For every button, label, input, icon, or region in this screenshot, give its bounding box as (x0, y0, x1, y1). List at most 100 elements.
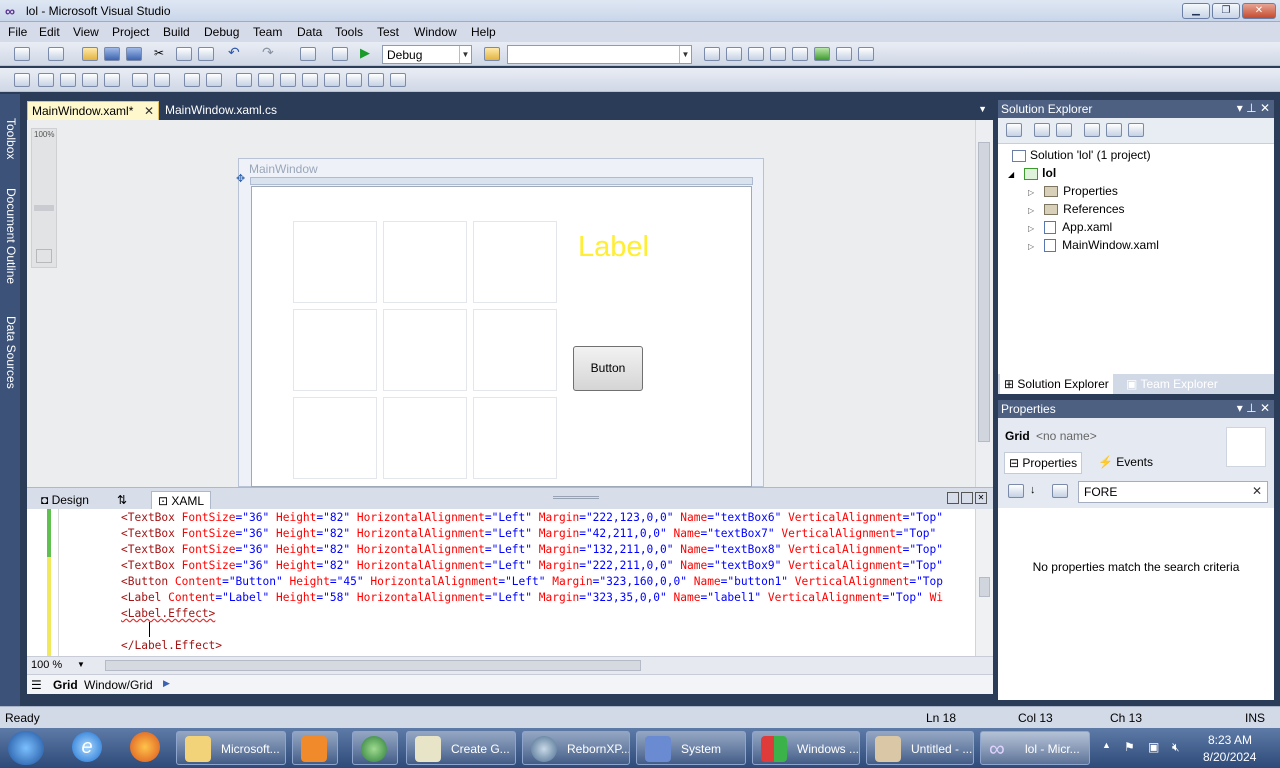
start-page-icon[interactable] (814, 47, 830, 61)
close-button[interactable]: ✕ (1242, 3, 1276, 19)
tab-design[interactable]: ◘ Design (35, 491, 95, 509)
document-outline-tab[interactable]: Document Outline (2, 188, 18, 284)
menu-edit[interactable]: Edit (39, 25, 60, 39)
tree-item-properties[interactable]: ▷ Properties (1028, 184, 1118, 198)
save-icon[interactable] (104, 47, 120, 61)
tree-item-mainwindow-xaml[interactable]: ▷ MainWindow.xaml (1028, 238, 1159, 253)
next-bookmark-icon[interactable] (280, 73, 296, 87)
designer-button[interactable]: Button (573, 346, 643, 391)
collapsed-arrow-icon[interactable]: ▷ (1028, 188, 1034, 197)
tree-item-app-xaml[interactable]: ▷ App.xaml (1028, 220, 1112, 235)
find-in-files-icon[interactable] (484, 47, 500, 61)
menu-view[interactable]: View (73, 25, 99, 39)
code-line[interactable]: <TextBox FontSize = "36" Height = "82" Horiz… (121, 558, 943, 574)
selected-object-name[interactable]: <no name> (1036, 429, 1097, 443)
close-tab-icon[interactable]: ✕ (144, 104, 154, 118)
vertical-split-icon[interactable] (947, 492, 959, 504)
toolbox-icon[interactable] (770, 47, 786, 61)
prev-bookmark-doc-icon[interactable] (368, 73, 384, 87)
clock-date[interactable]: 8/20/2024 (1203, 750, 1256, 764)
window-client-area[interactable]: Label Button (251, 186, 752, 487)
menu-test[interactable]: Test (377, 25, 399, 39)
copy-icon[interactable] (176, 47, 192, 61)
new-project-icon[interactable] (14, 47, 30, 61)
tag-navigator-icon[interactable]: ☰ (31, 678, 42, 692)
collapse-pane-icon[interactable]: ✕ (975, 492, 987, 504)
tab-properties[interactable]: ⊟ Properties (1004, 452, 1083, 474)
menu-data[interactable]: Data (297, 25, 322, 39)
collapsed-arrow-icon[interactable]: ▷ (1028, 242, 1034, 251)
code-line[interactable]: <TextBox FontSize = "36" Height = "82" Horiz… (121, 510, 943, 526)
code-line[interactable]: <Label Content = "Label" Height = "58" Horiz… (121, 590, 943, 606)
scroll-thumb[interactable] (978, 142, 990, 442)
clock-time[interactable]: 8:23 AM (1208, 733, 1252, 747)
outdent-icon[interactable] (154, 73, 170, 87)
find-combo[interactable]: ▼ (507, 45, 692, 64)
align-to-grid-icon[interactable] (14, 73, 30, 87)
tab-events[interactable]: ⚡ Events (1098, 455, 1153, 469)
action-center-flag-icon[interactable]: ⚑ (1124, 740, 1135, 754)
command-window-icon[interactable] (858, 47, 874, 61)
tree-item-references[interactable]: ▷ References (1028, 202, 1125, 216)
uncomment-icon[interactable] (206, 73, 222, 87)
view-designer-icon[interactable] (1106, 123, 1122, 137)
swap-panes-button[interactable]: ⇅ (111, 491, 133, 509)
add-item-icon[interactable] (48, 47, 64, 61)
view-code-icon[interactable] (1084, 123, 1100, 137)
extension-manager-icon[interactable] (836, 47, 852, 61)
align-centers-icon[interactable] (60, 73, 76, 87)
show-hidden-icons[interactable]: ▲ (1102, 740, 1111, 750)
prev-bookmark-folder-icon[interactable] (302, 73, 318, 87)
textbox-cell[interactable] (383, 397, 467, 479)
textbox-cell[interactable] (383, 221, 467, 303)
property-pages-icon[interactable] (1052, 484, 1068, 498)
solution-node[interactable]: Solution 'lol' (1 project) (1012, 148, 1151, 162)
clear-bookmarks-icon[interactable] (346, 73, 362, 87)
textbox-cell[interactable] (473, 309, 557, 391)
comment-icon[interactable] (184, 73, 200, 87)
chevron-down-icon[interactable]: ▼ (77, 660, 85, 669)
cut-icon[interactable]: ✂ (154, 46, 170, 60)
textbox-cell[interactable] (293, 309, 377, 391)
paste-icon[interactable] (198, 47, 214, 61)
collapsed-arrow-icon[interactable]: ▷ (1028, 206, 1034, 215)
menu-team[interactable]: Team (253, 25, 282, 39)
tab-team-explorer[interactable]: ▣ Team Explorer (1122, 374, 1222, 394)
textbox-cell[interactable] (383, 309, 467, 391)
navigate-backward-icon[interactable] (300, 47, 316, 61)
designer-vertical-scrollbar[interactable] (975, 120, 992, 487)
tab-solution-explorer[interactable]: ⊞ Solution Explorer (1000, 374, 1113, 394)
textbox-cell[interactable] (293, 397, 377, 479)
view-class-diagram-icon[interactable] (1128, 123, 1144, 137)
undo-icon[interactable]: ↶ (228, 44, 244, 60)
menu-file[interactable]: File (8, 25, 27, 39)
editor-zoom[interactable]: 100 % (31, 659, 62, 671)
align-rights-icon[interactable] (82, 73, 98, 87)
network-icon[interactable]: ▣ (1148, 740, 1159, 754)
tools-icon[interactable] (792, 47, 808, 61)
windows-start-button[interactable] (8, 731, 44, 765)
code-line[interactable]: <TextBox FontSize = "36" Height = "82" Horiz… (121, 526, 936, 542)
zoom-slider[interactable]: 100% (31, 128, 57, 268)
task-microsoft[interactable]: Microsoft... (176, 731, 286, 765)
panel-controls[interactable]: ▾ ⊥ ✕ (1237, 401, 1270, 415)
show-all-files-icon[interactable] (1034, 123, 1050, 137)
task-windows[interactable]: Windows ... (752, 731, 860, 765)
tab-overflow-icon[interactable]: ▼ (978, 104, 987, 114)
tab-mainwindow-xaml-cs[interactable]: MainWindow.xaml.cs (161, 101, 281, 120)
property-search-input[interactable]: FORE ✕ (1078, 481, 1268, 503)
tab-xaml[interactable]: ⊡ XAML (151, 491, 212, 509)
volume-muted-icon[interactable]: 🔇︎ (1172, 740, 1180, 755)
properties-window-icon[interactable] (726, 47, 742, 61)
menu-window[interactable]: Window (414, 25, 457, 39)
task-rebornxp[interactable]: RebornXP... (522, 731, 630, 765)
task-visual-studio[interactable]: ∞ lol - Micr... (980, 731, 1090, 765)
redo-icon[interactable]: ↷ (262, 44, 278, 60)
toolbox-tab[interactable]: Toolbox (2, 118, 18, 159)
task-media-player[interactable] (292, 731, 338, 765)
menu-help[interactable]: Help (471, 25, 496, 39)
collapsed-arrow-icon[interactable]: ▷ (1028, 224, 1034, 233)
menu-build[interactable]: Build (163, 25, 190, 39)
zoom-thumb[interactable] (34, 205, 54, 211)
horizontal-split-icon[interactable] (961, 492, 973, 504)
